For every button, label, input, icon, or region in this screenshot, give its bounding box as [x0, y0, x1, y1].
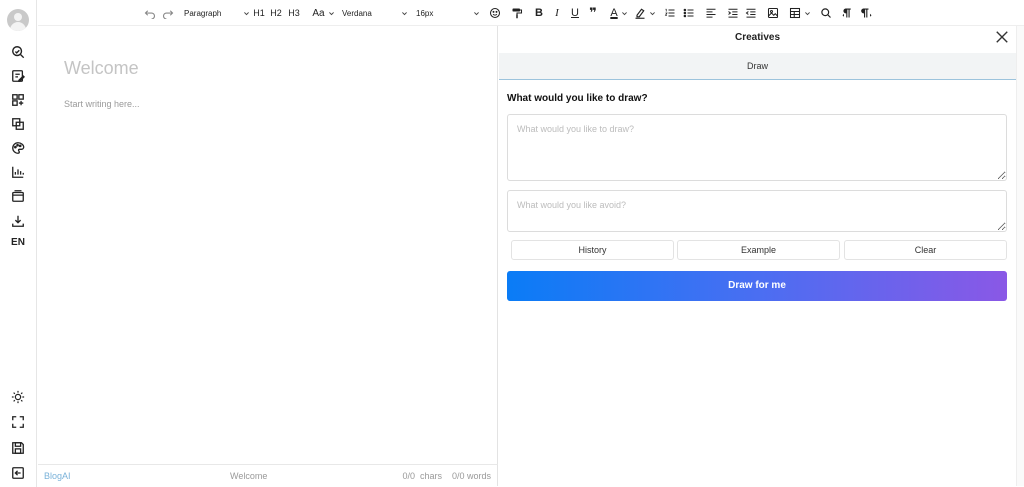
- font-family-value: Verdana: [342, 8, 372, 18]
- editor-placeholder[interactable]: Start writing here...: [64, 99, 140, 109]
- chart-icon[interactable]: [10, 164, 26, 180]
- redo-icon[interactable]: [161, 5, 175, 21]
- avatar[interactable]: [7, 9, 29, 31]
- format-painter-icon[interactable]: [510, 5, 524, 21]
- creatives-panel: Creatives Draw What would you like to dr…: [499, 26, 1016, 486]
- emoji-icon[interactable]: [488, 5, 502, 21]
- logout-icon[interactable]: [10, 465, 26, 481]
- tab-draw[interactable]: Draw: [499, 53, 1016, 80]
- table-icon: [789, 7, 801, 19]
- chevron-down-icon: [328, 11, 334, 15]
- search-edit-icon[interactable]: [10, 44, 26, 60]
- block-format-select[interactable]: Paragraph: [184, 5, 250, 21]
- char-word-count: 0/0 chars 0/0 words: [402, 471, 491, 481]
- chevron-down-icon: [621, 11, 627, 15]
- panel-tabs: Draw: [499, 53, 1016, 80]
- draw-for-me-button[interactable]: Draw for me: [507, 271, 1007, 301]
- status-doc-title: Welcome: [230, 471, 268, 481]
- italic-button[interactable]: I: [550, 5, 564, 21]
- font-family-select[interactable]: Verdana: [342, 5, 408, 21]
- status-bar: BlogAI Welcome 0/0 chars 0/0 words: [38, 464, 498, 486]
- font-color-button[interactable]: A: [606, 5, 632, 21]
- font-color-glyph: A: [610, 7, 618, 19]
- ltr-direction-icon[interactable]: [840, 5, 854, 21]
- bold-button[interactable]: B: [532, 5, 546, 21]
- chevron-down-icon: [650, 11, 655, 15]
- align-left-icon[interactable]: [704, 5, 718, 21]
- highlighter-icon: [635, 8, 645, 19]
- bullet-list-icon[interactable]: [682, 5, 696, 21]
- h2-button[interactable]: H2: [269, 5, 283, 21]
- note-edit-icon[interactable]: [10, 68, 26, 84]
- document-title[interactable]: Welcome: [64, 58, 139, 79]
- history-button[interactable]: History: [511, 240, 674, 260]
- sun-icon[interactable]: [10, 389, 26, 405]
- panel-title: Creatives: [734, 32, 781, 43]
- editor-toolbar: Paragraph H1 H2 H3 Aa Verdana 16px B I U…: [38, 0, 1024, 26]
- blockquote-button[interactable]: ❞: [586, 5, 600, 21]
- example-button[interactable]: Example: [677, 240, 840, 260]
- window-icon[interactable]: [10, 188, 26, 204]
- save-icon[interactable]: [10, 440, 26, 456]
- brand-label[interactable]: BlogAI: [44, 471, 71, 481]
- download-icon[interactable]: [10, 213, 26, 229]
- language-switch[interactable]: EN: [6, 237, 30, 248]
- add-grid-icon[interactable]: [10, 92, 26, 108]
- draw-question-label: What would you like to draw?: [507, 93, 648, 104]
- ordered-list-icon[interactable]: [663, 5, 677, 21]
- block-format-value: Paragraph: [184, 8, 222, 18]
- scrollbar[interactable]: [1016, 26, 1024, 486]
- editor-area[interactable]: Welcome Start writing here...: [38, 26, 498, 464]
- image-icon[interactable]: [766, 5, 780, 21]
- underline-button[interactable]: U: [568, 5, 582, 21]
- h3-button[interactable]: H3: [287, 5, 301, 21]
- palette-icon[interactable]: [10, 140, 26, 156]
- copy-icon[interactable]: [10, 116, 26, 132]
- h1-button[interactable]: H1: [252, 5, 266, 21]
- indent-icon[interactable]: [726, 5, 740, 21]
- fullscreen-icon[interactable]: [10, 414, 26, 430]
- avoid-prompt-input[interactable]: [507, 190, 1007, 232]
- close-icon[interactable]: [993, 28, 1011, 46]
- outdent-icon[interactable]: [744, 5, 758, 21]
- undo-icon[interactable]: [143, 5, 157, 21]
- draw-prompt-input[interactable]: [507, 114, 1007, 181]
- clear-button[interactable]: Clear: [844, 240, 1007, 260]
- left-sidebar: EN: [0, 0, 37, 487]
- text-case-select[interactable]: Aa: [311, 5, 336, 21]
- table-button[interactable]: [788, 5, 812, 21]
- highlight-button[interactable]: [632, 5, 658, 21]
- chevron-down-icon: [474, 11, 479, 15]
- chevron-down-icon: [402, 11, 407, 15]
- search-icon[interactable]: [819, 5, 833, 21]
- font-size-value: 16px: [416, 8, 434, 18]
- chevron-down-icon: [244, 11, 249, 15]
- text-case-value: Aa: [312, 7, 325, 19]
- font-size-select[interactable]: 16px: [416, 5, 480, 21]
- chevron-down-icon: [805, 11, 810, 15]
- rtl-direction-icon[interactable]: [860, 5, 874, 21]
